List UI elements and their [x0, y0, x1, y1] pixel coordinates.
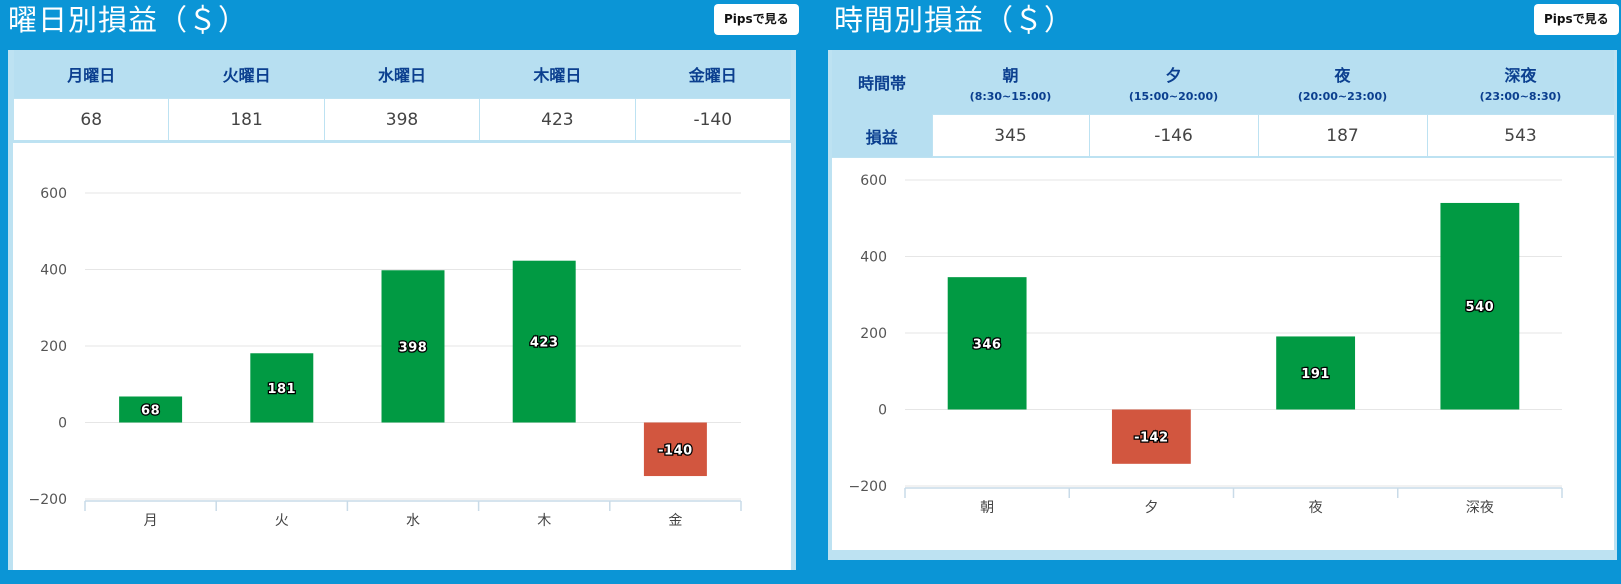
time-header-row: 時間帯 朝 (8:30~15:00) 夕 (15:00~20:00) 夜 (20:00… — [832, 50, 1614, 115]
header-evening: 夕 (15:00~20:00) — [1089, 50, 1258, 115]
header-night: 夜 (20:00~23:00) — [1258, 50, 1427, 115]
weekday-summary-table: 月曜日 火曜日 水曜日 木曜日 金曜日 68 181 398 423 -140 — [12, 50, 792, 141]
bar-value-label: 181 — [267, 382, 296, 397]
y-tick-label: 400 — [860, 250, 887, 266]
weekday-header-row: 月曜日 火曜日 水曜日 木曜日 金曜日 — [13, 50, 791, 99]
row-label-pnl: 損益 — [832, 114, 932, 157]
weekday-pips-button[interactable]: Pipsで見る — [714, 4, 799, 35]
x-tick-label: 月 — [144, 513, 158, 529]
y-tick-label: 200 — [40, 339, 67, 355]
value-friday: -140 — [634, 98, 792, 141]
weekday-bar-chart: −200 0 200 400 600 68 月 181 火 398 水 423 木 -140 金 — [29, 186, 742, 529]
y-tick-label: 400 — [40, 263, 67, 279]
header-morning-range: (8:30~15:00) — [969, 89, 1052, 103]
y-tick-label: −200 — [29, 492, 67, 508]
bar-value-label: 68 — [141, 403, 160, 418]
y-tick-label: 600 — [860, 173, 887, 189]
time-value-row: 損益 345 -146 187 543 — [832, 114, 1615, 157]
x-tick-label: 朝 — [980, 500, 994, 516]
weekday-pnl-title: 曜日別損益（＄） — [8, 3, 249, 37]
weekday-card: 月曜日 火曜日 水曜日 木曜日 金曜日 68 181 398 423 -140 … — [8, 50, 796, 570]
time-card-inner: 時間帯 朝 (8:30~15:00) 夕 (15:00~20:00) 夜 (20:00… — [832, 50, 1615, 556]
header-friday: 金曜日 — [635, 50, 791, 99]
bar-value-label: 540 — [1466, 300, 1495, 315]
value-monday: 68 — [12, 98, 170, 141]
value-evening: -146 — [1088, 114, 1259, 157]
header-night-range: (20:00~23:00) — [1297, 89, 1388, 103]
header-tuesday: 火曜日 — [168, 50, 325, 99]
weekday-chart-area: −200 0 200 400 600 68 月 181 火 398 水 423 木 -140 金 — [13, 143, 791, 570]
value-thursday: 423 — [479, 98, 636, 141]
x-tick-label: 火 — [275, 513, 289, 529]
weekday-card-inner: 月曜日 火曜日 水曜日 木曜日 金曜日 68 181 398 423 -140 … — [12, 50, 792, 570]
value-morning: 345 — [931, 114, 1090, 157]
bar-value-label: 423 — [530, 336, 559, 351]
x-tick-label: 水 — [406, 513, 420, 529]
time-pnl-title: 時間別損益（＄） — [834, 3, 1075, 37]
value-night: 187 — [1257, 114, 1428, 157]
x-tick-label: 夕 — [1144, 500, 1158, 516]
time-summary-table: 時間帯 朝 (8:30~15:00) 夕 (15:00~20:00) 夜 (20:00… — [832, 50, 1615, 157]
value-latenight: 543 — [1426, 114, 1615, 157]
header-evening-range: (15:00~20:00) — [1128, 89, 1219, 103]
time-chart-area: −200 0 200 400 600 346 朝 -142 夕 191 夜 540 深夜 — [832, 158, 1614, 550]
header-latenight-name: 深夜 — [1504, 65, 1537, 85]
header-latenight: 深夜 (23:00~8:30) — [1427, 50, 1614, 115]
bar-value-label: -140 — [658, 443, 693, 458]
x-tick-label: 金 — [668, 513, 682, 529]
bar-value-label: 398 — [399, 340, 428, 355]
header-monday: 月曜日 — [13, 50, 169, 99]
time-bar-chart: −200 0 200 400 600 346 朝 -142 夕 191 夜 540 深夜 — [849, 173, 1563, 516]
header-morning: 朝 (8:30~15:00) — [932, 50, 1089, 115]
x-tick-label: 木 — [537, 513, 551, 529]
header-latenight-range: (23:00~8:30) — [1479, 89, 1562, 103]
y-tick-label: 600 — [40, 186, 67, 202]
bar-value-label: 346 — [973, 337, 1002, 352]
time-pips-button[interactable]: Pipsで見る — [1534, 4, 1619, 35]
header-timeslot: 時間帯 — [832, 50, 932, 115]
header-thursday: 木曜日 — [479, 50, 636, 99]
header-night-name: 夜 — [1334, 65, 1351, 85]
y-tick-label: 0 — [878, 403, 887, 419]
value-wednesday: 398 — [323, 98, 481, 141]
header-morning-name: 朝 — [1002, 65, 1019, 85]
y-tick-label: −200 — [849, 479, 887, 495]
y-tick-label: 0 — [58, 416, 67, 432]
time-card: 時間帯 朝 (8:30~15:00) 夕 (15:00~20:00) 夜 (20:00… — [828, 50, 1617, 560]
value-tuesday: 181 — [168, 98, 325, 141]
header-wednesday: 水曜日 — [324, 50, 480, 99]
y-tick-label: 200 — [860, 326, 887, 342]
bar-value-label: -142 — [1134, 431, 1169, 446]
x-tick-label: 夜 — [1309, 500, 1323, 516]
x-tick-label: 深夜 — [1466, 500, 1494, 516]
weekday-value-row: 68 181 398 423 -140 — [12, 98, 792, 141]
header-evening-name: 夕 — [1165, 65, 1182, 85]
bar-value-label: 191 — [1301, 367, 1330, 382]
